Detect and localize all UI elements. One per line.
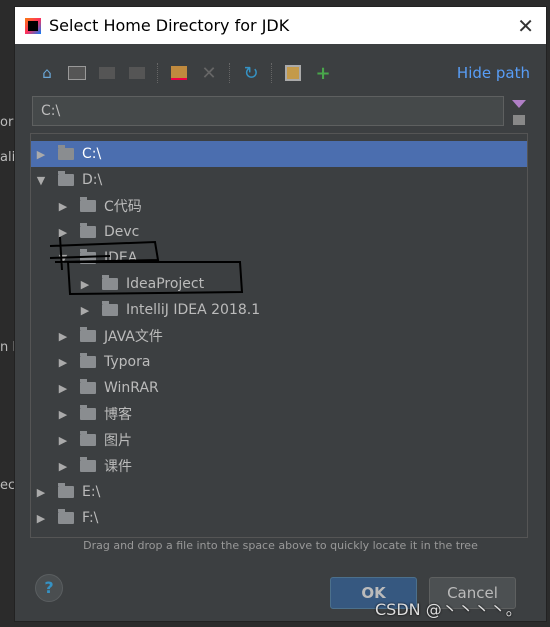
chevron-right-icon[interactable]: ▶ [58, 330, 68, 343]
show-hidden-icon[interactable] [283, 63, 303, 83]
add-jdk-icon[interactable]: + [313, 63, 333, 84]
folder-icon [80, 353, 96, 368]
help-button[interactable]: ? [35, 574, 63, 602]
folder-icon [80, 249, 96, 264]
chevron-right-icon[interactable]: ▶ [58, 356, 68, 369]
tree-row[interactable]: ▶ Typora [31, 349, 527, 375]
module-folder-icon[interactable] [127, 63, 147, 83]
delete-icon[interactable]: ✕ [199, 63, 219, 84]
chevron-right-icon[interactable]: ▶ [36, 512, 46, 525]
tree-row[interactable]: ▶ F:\ [31, 505, 527, 531]
background-text: ec [0, 478, 16, 493]
toolbar-separator [157, 63, 159, 83]
tree-row-label: IDEA [104, 250, 138, 266]
tree-row[interactable]: ▶ 博客 [31, 401, 527, 427]
tree-row[interactable]: ▼ IDEA [31, 245, 527, 271]
file-tree[interactable]: ▶ C:\ ▼ D:\ ▶ C代码 ▶ Devc ▼ IDEA ▶ IdeaProject ▶ Intel… [30, 133, 528, 538]
tree-row-label: 博客 [104, 407, 132, 423]
folder-icon [102, 275, 118, 290]
chevron-right-icon[interactable]: ▶ [58, 460, 68, 473]
tree-row-label: F:\ [82, 510, 99, 526]
home-icon[interactable]: ⌂ [37, 63, 57, 83]
folder-icon [80, 405, 96, 420]
tree-row-label: 图片 [104, 433, 132, 449]
tree-row[interactable]: ▶ WinRAR [31, 375, 527, 401]
tree-row-label: C:\ [82, 146, 102, 162]
folder-icon [80, 457, 96, 472]
tree-row[interactable]: ▶ E:\ [31, 479, 527, 505]
folder-icon [80, 327, 96, 342]
title-bar: Select Home Directory for JDK ✕ [15, 7, 546, 44]
chevron-down-icon[interactable]: ▼ [58, 252, 68, 265]
tree-row-label: JAVA文件 [104, 329, 163, 345]
project-folder-icon[interactable] [97, 63, 117, 83]
close-icon[interactable]: ✕ [517, 14, 534, 38]
folder-icon [80, 223, 96, 238]
folder-icon [80, 379, 96, 394]
hide-path-link[interactable]: Hide path [457, 64, 530, 82]
tree-row-label: Typora [104, 354, 151, 370]
select-jdk-dialog: Select Home Directory for JDK ✕ ⌂ ✕ ↻ + … [14, 6, 547, 622]
tree-row-label: IntelliJ IDEA 2018.1 [126, 302, 261, 318]
toolbar: ⌂ ✕ ↻ + [37, 63, 333, 84]
tree-row-label: 课件 [104, 459, 132, 475]
chevron-right-icon[interactable]: ▶ [58, 434, 68, 447]
drive-icon [58, 171, 74, 186]
tree-row-label: D:\ [82, 172, 103, 188]
refresh-icon[interactable]: ↻ [241, 63, 261, 84]
chevron-right-icon[interactable]: ▶ [58, 382, 68, 395]
chevron-right-icon[interactable]: ▶ [36, 148, 46, 161]
watermark: CSDN @丶丶丶丶。 [375, 600, 522, 619]
tree-row-label: Devc [104, 224, 140, 240]
background-text: or [0, 115, 14, 130]
chevron-down-icon[interactable]: ▼ [36, 174, 46, 187]
chevron-right-icon[interactable]: ▶ [80, 278, 90, 291]
folder-icon [80, 431, 96, 446]
chevron-right-icon[interactable]: ▶ [80, 304, 90, 317]
drive-icon [58, 145, 74, 160]
tree-row[interactable]: ▶ JAVA文件 [31, 323, 527, 349]
folder-icon [80, 197, 96, 212]
tree-row[interactable]: ▼ D:\ [31, 167, 527, 193]
chevron-right-icon[interactable]: ▶ [58, 200, 68, 213]
tree-row[interactable]: ▶ 图片 [31, 427, 527, 453]
intellij-logo-icon [25, 17, 41, 34]
dialog-title: Select Home Directory for JDK [49, 16, 290, 35]
chevron-right-icon[interactable]: ▶ [36, 486, 46, 499]
drive-icon [58, 483, 74, 498]
drive-icon [58, 509, 74, 524]
tree-row[interactable]: ▶ C:\ [31, 141, 527, 167]
tree-row-label: IdeaProject [126, 276, 205, 292]
toolbar-separator [271, 63, 273, 83]
toolbar-separator [229, 63, 231, 83]
tree-row[interactable]: ▶ Devc [31, 219, 527, 245]
download-icon[interactable] [512, 100, 526, 125]
folder-icon [102, 301, 118, 316]
new-folder-icon[interactable] [169, 63, 189, 83]
chevron-right-icon[interactable]: ▶ [58, 408, 68, 421]
tree-row-label: WinRAR [104, 380, 159, 396]
tree-row-label: C代码 [104, 199, 142, 215]
tree-row[interactable]: ▶ 课件 [31, 453, 527, 479]
tree-row[interactable]: ▶ IntelliJ IDEA 2018.1 [31, 297, 527, 323]
background-text: ali [0, 150, 16, 165]
tree-row[interactable]: ▶ IdeaProject [31, 271, 527, 297]
drag-drop-hint: Drag and drop a file into the space abov… [83, 539, 478, 552]
desktop-icon[interactable] [67, 63, 87, 83]
tree-row-label: E:\ [82, 484, 101, 500]
tree-row[interactable]: ▶ C代码 [31, 193, 527, 219]
path-input[interactable]: C:\ [32, 96, 504, 126]
chevron-right-icon[interactable]: ▶ [58, 226, 68, 239]
